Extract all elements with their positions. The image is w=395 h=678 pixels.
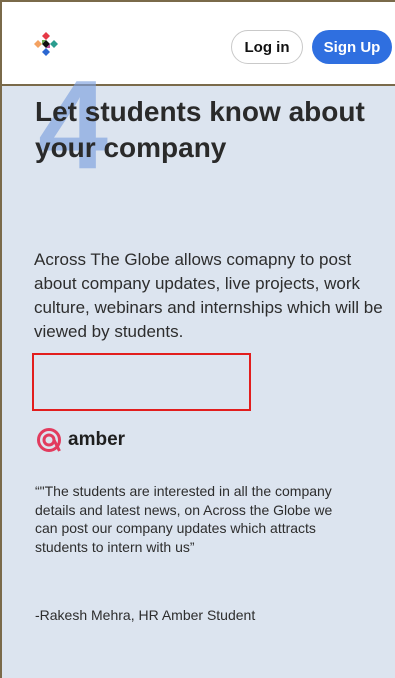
main-content: 4 Let students know about your company A… bbox=[2, 62, 395, 678]
feature-description: Across The Globe allows comapny to post … bbox=[34, 250, 383, 341]
amber-logo-icon bbox=[37, 428, 61, 452]
page-frame: Log in Sign Up 4 Let students know about… bbox=[0, 0, 395, 678]
company-name: amber bbox=[68, 429, 126, 450]
page-title: Let students know about your company bbox=[35, 96, 365, 163]
highlighted-empty-area bbox=[32, 353, 251, 411]
testimonial-author: -Rakesh Mehra, HR Amber Student bbox=[35, 607, 256, 623]
log-in-button[interactable]: Log in bbox=[231, 30, 303, 64]
testimonial-quote: “"The students are interested in all the… bbox=[35, 483, 333, 555]
sign-up-button[interactable]: Sign Up bbox=[312, 30, 392, 64]
company-brand: amber bbox=[36, 427, 125, 453]
